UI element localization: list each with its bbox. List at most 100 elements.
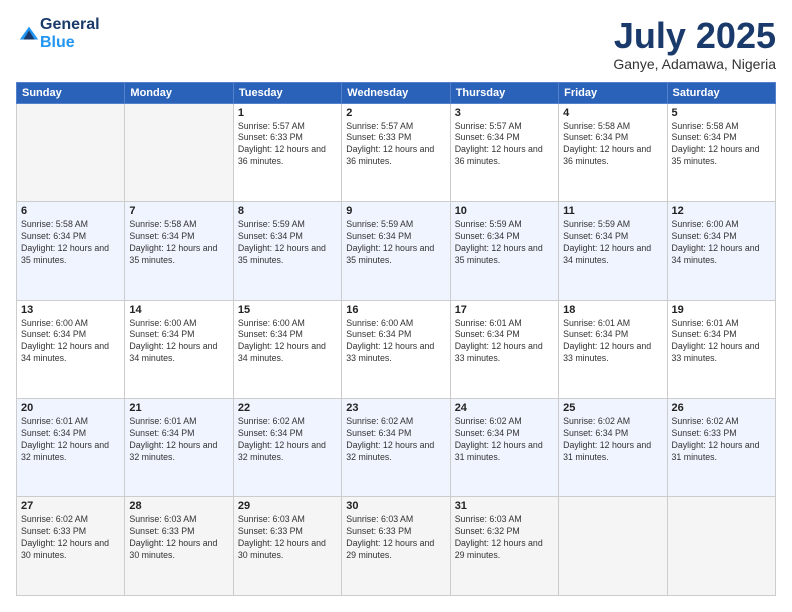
header: General Blue July 2025 Ganye, Adamawa, N…	[16, 16, 776, 72]
table-row: 1 Sunrise: 5:57 AM Sunset: 6:33 PM Daylig…	[233, 103, 341, 201]
logo-icon	[18, 23, 40, 45]
table-row: 5Sunrise: 5:58 AM Sunset: 6:34 PM Daylig…	[667, 103, 775, 201]
day-number: 16	[346, 304, 445, 316]
day-number: 28	[129, 500, 228, 512]
col-sunday: Sunday	[17, 82, 125, 103]
day-number: 15	[238, 304, 337, 316]
day-info: Sunrise: 5:58 AM Sunset: 6:34 PM Dayligh…	[21, 219, 120, 267]
day-info: Sunrise: 6:02 AM Sunset: 6:34 PM Dayligh…	[346, 416, 445, 464]
day-info: Sunrise: 5:58 AM Sunset: 6:34 PM Dayligh…	[129, 219, 228, 267]
table-row: 6Sunrise: 5:58 AM Sunset: 6:34 PM Daylig…	[17, 202, 125, 300]
day-info: Sunrise: 5:57 AM Sunset: 6:33 PM Dayligh…	[238, 121, 337, 169]
day-info: Sunrise: 6:01 AM Sunset: 6:34 PM Dayligh…	[455, 318, 554, 366]
day-number: 4	[563, 107, 662, 119]
calendar-week-row: 20 Sunrise: 6:01 AM Sunset: 6:34 PM Dayli…	[17, 399, 776, 497]
day-number: 1	[238, 107, 337, 119]
day-number: 9	[346, 205, 445, 217]
day-info: Sunrise: 6:03 AM Sunset: 6:32 PM Dayligh…	[455, 514, 554, 562]
table-row: 21 Sunrise: 6:01 AM Sunset: 6:34 PM Dayli…	[125, 399, 233, 497]
day-info: Sunrise: 6:03 AM Sunset: 6:33 PM Dayligh…	[238, 514, 337, 562]
calendar-week-row: 27Sunrise: 6:02 AM Sunset: 6:33 PM Dayli…	[17, 497, 776, 596]
calendar-header: Sunday Monday Tuesday Wednesday Thursday…	[17, 82, 776, 103]
day-info: Sunrise: 6:00 AM Sunset: 6:34 PM Dayligh…	[129, 318, 228, 366]
table-row	[17, 103, 125, 201]
day-info: Sunrise: 6:01 AM Sunset: 6:34 PM Dayligh…	[21, 416, 120, 464]
table-row: 18 Sunrise: 6:01 AM Sunset: 6:34 PM Dayli…	[559, 300, 667, 398]
table-row: 20 Sunrise: 6:01 AM Sunset: 6:34 PM Dayli…	[17, 399, 125, 497]
day-number: 2	[346, 107, 445, 119]
title-block: July 2025 Ganye, Adamawa, Nigeria	[613, 16, 776, 72]
table-row: 8 Sunrise: 5:59 AM Sunset: 6:34 PM Daylig…	[233, 202, 341, 300]
page: General Blue July 2025 Ganye, Adamawa, N…	[0, 0, 792, 612]
col-monday: Monday	[125, 82, 233, 103]
day-number: 10	[455, 205, 554, 217]
calendar-week-row: 1 Sunrise: 5:57 AM Sunset: 6:33 PM Daylig…	[17, 103, 776, 201]
day-info: Sunrise: 5:59 AM Sunset: 6:34 PM Dayligh…	[563, 219, 662, 267]
day-info: Sunrise: 5:59 AM Sunset: 6:34 PM Dayligh…	[346, 219, 445, 267]
day-info: Sunrise: 6:00 AM Sunset: 6:34 PM Dayligh…	[672, 219, 771, 267]
table-row: 16 Sunrise: 6:00 AM Sunset: 6:34 PM Dayli…	[342, 300, 450, 398]
day-info: Sunrise: 6:00 AM Sunset: 6:34 PM Dayligh…	[21, 318, 120, 366]
day-info: Sunrise: 5:57 AM Sunset: 6:33 PM Dayligh…	[346, 121, 445, 169]
table-row: 2 Sunrise: 5:57 AM Sunset: 6:33 PM Daylig…	[342, 103, 450, 201]
table-row	[667, 497, 775, 596]
day-number: 31	[455, 500, 554, 512]
day-info: Sunrise: 6:02 AM Sunset: 6:33 PM Dayligh…	[672, 416, 771, 464]
day-number: 11	[563, 205, 662, 217]
day-info: Sunrise: 6:01 AM Sunset: 6:34 PM Dayligh…	[672, 318, 771, 366]
calendar-week-row: 13 Sunrise: 6:00 AM Sunset: 6:34 PM Dayli…	[17, 300, 776, 398]
table-row: 7Sunrise: 5:58 AM Sunset: 6:34 PM Daylig…	[125, 202, 233, 300]
table-row: 25Sunrise: 6:02 AM Sunset: 6:34 PM Dayli…	[559, 399, 667, 497]
day-number: 20	[21, 402, 120, 414]
day-info: Sunrise: 6:02 AM Sunset: 6:33 PM Dayligh…	[21, 514, 120, 562]
table-row: 12Sunrise: 6:00 AM Sunset: 6:34 PM Dayli…	[667, 202, 775, 300]
day-number: 22	[238, 402, 337, 414]
table-row: 30Sunrise: 6:03 AM Sunset: 6:33 PM Dayli…	[342, 497, 450, 596]
day-info: Sunrise: 6:02 AM Sunset: 6:34 PM Dayligh…	[238, 416, 337, 464]
day-number: 18	[563, 304, 662, 316]
day-info: Sunrise: 6:02 AM Sunset: 6:34 PM Dayligh…	[455, 416, 554, 464]
logo-text: General Blue	[40, 16, 100, 52]
day-info: Sunrise: 6:00 AM Sunset: 6:34 PM Dayligh…	[238, 318, 337, 366]
table-row: 3 Sunrise: 5:57 AM Sunset: 6:34 PM Daylig…	[450, 103, 558, 201]
day-number: 21	[129, 402, 228, 414]
day-number: 24	[455, 402, 554, 414]
day-number: 8	[238, 205, 337, 217]
day-number: 23	[346, 402, 445, 414]
table-row: 29 Sunrise: 6:03 AM Sunset: 6:33 PM Dayli…	[233, 497, 341, 596]
table-row: 13 Sunrise: 6:00 AM Sunset: 6:34 PM Dayli…	[17, 300, 125, 398]
table-row: 28 Sunrise: 6:03 AM Sunset: 6:33 PM Dayli…	[125, 497, 233, 596]
col-wednesday: Wednesday	[342, 82, 450, 103]
logo: General Blue	[16, 16, 100, 52]
table-row: 26 Sunrise: 6:02 AM Sunset: 6:33 PM Dayli…	[667, 399, 775, 497]
day-info: Sunrise: 6:03 AM Sunset: 6:33 PM Dayligh…	[129, 514, 228, 562]
day-info: Sunrise: 5:59 AM Sunset: 6:34 PM Dayligh…	[238, 219, 337, 267]
table-row: 11 Sunrise: 5:59 AM Sunset: 6:34 PM Dayli…	[559, 202, 667, 300]
table-row: 14 Sunrise: 6:00 AM Sunset: 6:34 PM Dayli…	[125, 300, 233, 398]
day-number: 19	[672, 304, 771, 316]
calendar-table: Sunday Monday Tuesday Wednesday Thursday…	[16, 82, 776, 596]
day-info: Sunrise: 5:57 AM Sunset: 6:34 PM Dayligh…	[455, 121, 554, 169]
table-row	[559, 497, 667, 596]
day-number: 14	[129, 304, 228, 316]
table-row	[125, 103, 233, 201]
day-info: Sunrise: 6:00 AM Sunset: 6:34 PM Dayligh…	[346, 318, 445, 366]
day-number: 3	[455, 107, 554, 119]
calendar-week-row: 6Sunrise: 5:58 AM Sunset: 6:34 PM Daylig…	[17, 202, 776, 300]
day-info: Sunrise: 6:03 AM Sunset: 6:33 PM Dayligh…	[346, 514, 445, 562]
day-info: Sunrise: 6:01 AM Sunset: 6:34 PM Dayligh…	[563, 318, 662, 366]
day-info: Sunrise: 5:58 AM Sunset: 6:34 PM Dayligh…	[672, 121, 771, 169]
table-row: 17Sunrise: 6:01 AM Sunset: 6:34 PM Dayli…	[450, 300, 558, 398]
calendar-body: 1 Sunrise: 5:57 AM Sunset: 6:33 PM Daylig…	[17, 103, 776, 595]
col-tuesday: Tuesday	[233, 82, 341, 103]
table-row: 4Sunrise: 5:58 AM Sunset: 6:34 PM Daylig…	[559, 103, 667, 201]
header-row: Sunday Monday Tuesday Wednesday Thursday…	[17, 82, 776, 103]
day-info: Sunrise: 5:59 AM Sunset: 6:34 PM Dayligh…	[455, 219, 554, 267]
day-number: 13	[21, 304, 120, 316]
table-row: 22 Sunrise: 6:02 AM Sunset: 6:34 PM Dayli…	[233, 399, 341, 497]
day-number: 26	[672, 402, 771, 414]
day-info: Sunrise: 6:01 AM Sunset: 6:34 PM Dayligh…	[129, 416, 228, 464]
day-number: 29	[238, 500, 337, 512]
location-subtitle: Ganye, Adamawa, Nigeria	[613, 56, 776, 72]
table-row: 10 Sunrise: 5:59 AM Sunset: 6:34 PM Dayli…	[450, 202, 558, 300]
